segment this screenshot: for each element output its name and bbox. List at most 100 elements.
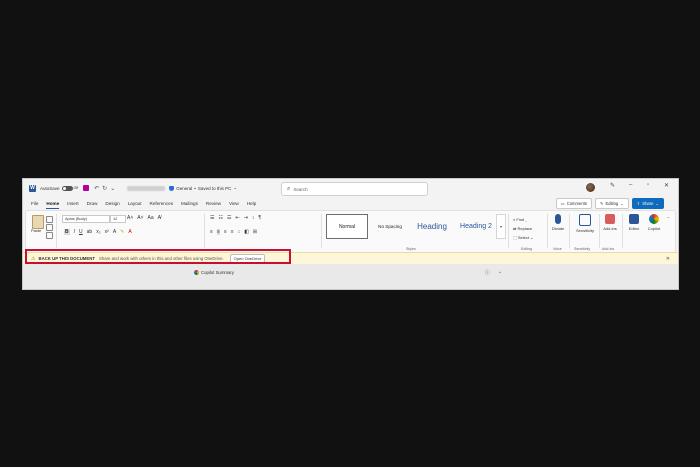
highlight-icon[interactable]: ✎ <box>120 229 124 235</box>
select-button[interactable]: ⬚ Select ⌄ <box>513 233 533 242</box>
divider <box>569 214 570 248</box>
bullets-icon[interactable]: ☰ <box>210 215 214 221</box>
italic-icon[interactable]: I <box>74 229 75 235</box>
style-heading[interactable]: Heading <box>411 214 453 239</box>
sort-icon[interactable]: ↕ <box>252 215 255 221</box>
redo-icon[interactable]: ↻ <box>102 185 107 192</box>
tab-review[interactable]: Review <box>206 201 221 206</box>
align-right-icon[interactable]: ≡ <box>224 229 227 235</box>
paste-button-label[interactable]: Paste <box>31 228 41 233</box>
grow-font-icon[interactable]: A˄ <box>127 215 133 221</box>
underline-icon[interactable]: U <box>79 229 83 235</box>
decrease-indent-icon[interactable]: ⇤ <box>235 215 239 221</box>
numbering-icon[interactable]: ☷ <box>218 215 222 221</box>
close-icon[interactable]: ✕ <box>664 182 669 189</box>
open-onedrive-button[interactable]: Open OneDrive <box>229 254 266 263</box>
avatar[interactable] <box>586 183 595 192</box>
sensitivity-group-label: Sensitivity <box>574 247 591 251</box>
info-icon[interactable]: ⓘ <box>485 269 490 276</box>
multilevel-list-icon[interactable]: ☲ <box>227 215 231 221</box>
minimize-icon[interactable]: – <box>629 182 632 188</box>
editor-icon <box>629 214 639 224</box>
editing-group-label: Editing <box>521 247 532 251</box>
change-case-icon[interactable]: Aa <box>148 215 154 221</box>
dictate-button[interactable]: Dictate <box>548 214 568 231</box>
select-label: Select <box>517 235 530 240</box>
comments-button[interactable]: ▭ Comments <box>555 198 592 209</box>
borders-icon[interactable]: ⊞ <box>253 229 257 235</box>
warning-icon: ⚠ <box>31 255 36 262</box>
document-name-blurred[interactable] <box>127 185 166 191</box>
font-size-select[interactable]: 12 <box>110 215 126 223</box>
copilot-label: Copilot <box>647 226 661 231</box>
tab-file[interactable]: File <box>31 201 38 206</box>
sensitivity-label[interactable]: General <box>176 186 192 191</box>
customize-qat-icon[interactable]: ⌄ <box>110 185 115 192</box>
share-button[interactable]: ⇪ Share ⌄ <box>631 198 664 209</box>
tab-insert[interactable]: Insert <box>67 201 79 206</box>
align-left-icon[interactable]: ≡ <box>210 229 213 235</box>
notification-message: Share and work with others in this and o… <box>98 256 224 261</box>
sensitivity-icon <box>579 214 591 226</box>
line-spacing-icon[interactable]: ↕ <box>238 229 241 235</box>
paste-icon[interactable] <box>32 215 44 229</box>
editor-label: Editor <box>628 226 640 231</box>
paragraph-list-controls: ☰ ☷ ☲ ⇤ ⇥ ↕ ¶ <box>210 215 261 221</box>
copilot-summary-actions: ⓘ ⌄ <box>485 269 502 276</box>
undo-icon[interactable]: ↶ <box>94 185 99 192</box>
close-icon[interactable]: ✕ <box>666 256 670 262</box>
align-center-icon[interactable]: ≡ <box>216 229 220 235</box>
tab-draw[interactable]: Draw <box>87 201 98 206</box>
styles-more-button[interactable]: ▾ <box>496 214 506 239</box>
tab-references[interactable]: References <box>150 201 174 206</box>
share-label: Share <box>642 201 654 206</box>
font-color-icon[interactable]: A <box>128 229 131 235</box>
pen-icon[interactable]: ✎ <box>610 182 615 189</box>
collapse-ribbon-icon[interactable]: ⌄ <box>667 214 670 219</box>
copy-icon[interactable] <box>46 224 53 231</box>
show-marks-icon[interactable]: ¶ <box>258 215 261 221</box>
find-button[interactable]: ⌕ Find ⌄ <box>513 215 533 224</box>
addins-button[interactable]: Add-ins <box>600 214 620 231</box>
style-normal[interactable]: Normal <box>326 214 368 239</box>
copilot-summary-bar[interactable]: Copilot Summary ⓘ ⌄ <box>188 267 508 277</box>
shrink-font-icon[interactable]: A˅ <box>137 215 143 221</box>
tab-home[interactable]: Home <box>46 201 59 209</box>
shading-icon[interactable]: ◧ <box>244 229 249 235</box>
subscript-icon[interactable]: x₂ <box>96 229 100 235</box>
sensitivity-button[interactable]: Sensitivity <box>572 214 598 233</box>
chevron-down-icon[interactable]: ⌄ <box>498 269 502 276</box>
comment-icon: ▭ <box>560 201 565 206</box>
tab-layout[interactable]: Layout <box>128 201 142 206</box>
bold-icon[interactable]: B <box>64 229 70 235</box>
font-name-select[interactable]: Aptos (Body) <box>62 215 110 223</box>
save-status[interactable]: Saved to this PC <box>198 186 232 191</box>
copilot-icon <box>194 269 199 275</box>
strikethrough-icon[interactable]: ab <box>87 229 93 235</box>
increase-indent-icon[interactable]: ⇥ <box>244 215 248 221</box>
copilot-button[interactable]: Copilot <box>644 214 664 231</box>
tab-mailings[interactable]: Mailings <box>181 201 198 206</box>
replace-button[interactable]: ⇄ Replace <box>513 224 533 233</box>
style-heading-2[interactable]: Heading 2 <box>454 214 498 239</box>
save-icon[interactable] <box>83 185 90 191</box>
text-effects-icon[interactable]: A <box>113 229 116 235</box>
editing-mode-button[interactable]: ✎ Editing ⌄ <box>594 198 629 209</box>
format-painter-icon[interactable] <box>46 232 53 239</box>
justify-icon[interactable]: ≡ <box>231 229 234 235</box>
style-no-spacing[interactable]: No Spacing <box>370 214 410 239</box>
chevron-down-icon[interactable]: ⌄ <box>233 185 237 191</box>
tab-help[interactable]: Help <box>247 201 256 206</box>
tab-design[interactable]: Design <box>105 201 119 206</box>
superscript-icon[interactable]: x² <box>105 229 109 235</box>
cut-icon[interactable] <box>46 216 53 223</box>
document-area: Copilot Summary ⓘ ⌄ <box>23 264 678 289</box>
tab-view[interactable]: View <box>229 201 239 206</box>
clear-formatting-icon[interactable]: A̸ <box>158 215 161 221</box>
autosave-toggle[interactable] <box>61 185 73 191</box>
search-input[interactable]: ⌕ Search <box>281 182 428 196</box>
editor-button[interactable]: Editor <box>624 214 644 231</box>
maximize-icon[interactable]: ▫ <box>647 182 649 188</box>
dictate-label: Dictate <box>551 226 565 231</box>
autosave-state: Off <box>73 186 79 190</box>
